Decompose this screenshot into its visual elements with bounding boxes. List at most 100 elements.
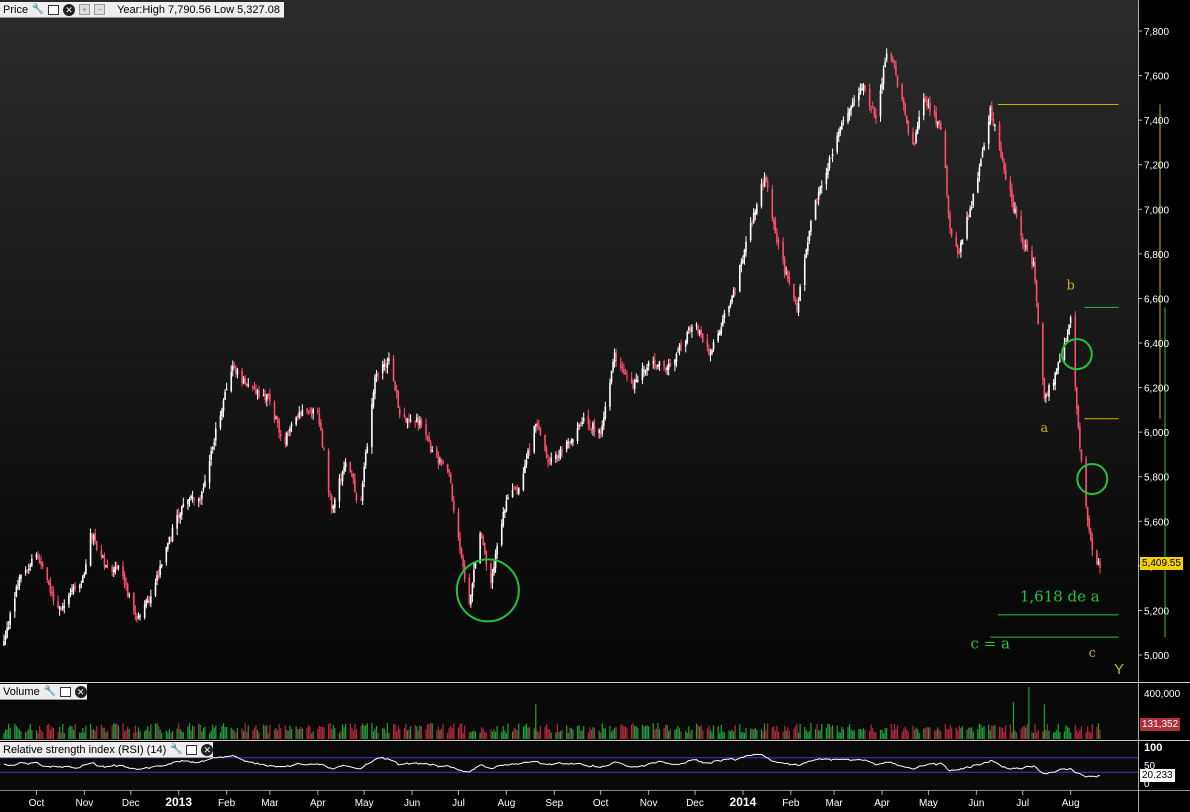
annotation-label: c = a xyxy=(971,634,1011,652)
volume-bar xyxy=(1079,729,1081,739)
window-icon[interactable] xyxy=(59,686,71,697)
candle-body xyxy=(841,122,843,130)
volume-bar xyxy=(873,732,875,739)
volume-bar xyxy=(784,725,786,739)
candle-body xyxy=(442,461,444,464)
volume-bar xyxy=(134,725,136,739)
candle-body xyxy=(728,306,730,313)
volume-bar xyxy=(386,722,388,739)
volume-bar xyxy=(940,731,942,739)
volume-bar xyxy=(3,733,5,739)
candle-body xyxy=(80,583,83,585)
candle-body xyxy=(24,570,27,573)
candle-body xyxy=(397,391,399,408)
candle-body xyxy=(1068,325,1070,335)
candle-body xyxy=(354,479,356,493)
volume-bar xyxy=(969,727,971,739)
volume-bar xyxy=(123,731,126,739)
volume-bar xyxy=(103,727,106,739)
volume-bar xyxy=(589,726,591,739)
x-tick-label: Jun xyxy=(968,798,984,809)
wrench-icon[interactable]: 🔧 xyxy=(170,744,182,756)
volume-bar xyxy=(807,732,809,739)
candle-body xyxy=(123,574,126,584)
volume-bar xyxy=(754,727,756,739)
wrench-icon[interactable]: 🔧 xyxy=(43,686,55,698)
candle-body xyxy=(341,471,344,482)
volume-bar xyxy=(1031,731,1033,739)
volume-bar xyxy=(403,728,405,739)
volume-bar xyxy=(137,727,140,739)
expand-icon[interactable]: + xyxy=(79,4,91,15)
candle-body xyxy=(808,230,811,241)
candle-body xyxy=(765,176,767,182)
volume-bar xyxy=(1046,724,1049,739)
y-tick-label: 7,000 xyxy=(1144,205,1169,216)
window-icon[interactable] xyxy=(186,744,198,755)
volume-bar xyxy=(479,732,481,739)
collapse-icon[interactable]: − xyxy=(94,4,106,15)
volume-bar xyxy=(729,731,732,739)
candle-body xyxy=(31,558,33,566)
volume-bar xyxy=(821,723,823,739)
volume-bar xyxy=(6,729,8,739)
candle-body xyxy=(688,327,690,330)
candle-body xyxy=(630,377,633,383)
candle-body xyxy=(312,409,314,414)
close-icon[interactable]: ✕ xyxy=(63,3,76,16)
candle-body xyxy=(890,54,893,59)
volume-bar xyxy=(406,730,409,739)
volume-bar xyxy=(762,731,764,739)
volume-bar xyxy=(482,728,484,739)
volume-bar xyxy=(1057,723,1059,739)
volume-bar xyxy=(255,725,257,739)
volume-bar xyxy=(842,729,844,739)
candle-body xyxy=(850,106,852,111)
candle-body xyxy=(332,505,335,509)
candle-body xyxy=(734,288,736,291)
volume-bar xyxy=(742,732,744,739)
candle-body xyxy=(128,594,131,596)
candle-body xyxy=(258,391,260,397)
volume-bar xyxy=(549,729,551,739)
volume-bar xyxy=(419,725,421,739)
volume-bar xyxy=(697,725,699,739)
candle-body xyxy=(669,362,672,367)
volume-bar xyxy=(286,730,288,739)
volume-bar xyxy=(957,730,959,739)
volume-bar xyxy=(734,725,736,739)
volume-bar xyxy=(490,729,492,739)
volume-bar xyxy=(1096,726,1098,739)
close-icon[interactable]: ✕ xyxy=(201,743,214,756)
rsi-panel-header: Relative strength index (RSI) (14) 🔧 ✕ xyxy=(0,742,214,758)
wrench-icon[interactable]: 🔧 xyxy=(32,4,44,16)
close-icon[interactable]: ✕ xyxy=(74,685,87,698)
candle-body xyxy=(893,60,896,65)
candle-body xyxy=(1032,261,1035,266)
volume-bar xyxy=(122,723,124,739)
volume-bar xyxy=(60,732,62,739)
volume-bar xyxy=(850,729,852,739)
volume-bar xyxy=(998,726,1001,739)
window-icon[interactable] xyxy=(48,4,60,15)
volume-bar xyxy=(63,732,65,739)
candle-body xyxy=(392,358,395,381)
candle-body xyxy=(739,264,741,292)
volume-bar xyxy=(961,726,964,739)
y-tick-label: 6,000 xyxy=(1144,428,1169,439)
volume-bar xyxy=(396,730,398,739)
candle-body xyxy=(14,598,16,612)
volume-bar xyxy=(828,724,831,739)
candle-body xyxy=(262,394,265,396)
volume-bar xyxy=(453,723,455,739)
candle-body xyxy=(1054,372,1056,385)
candle-body xyxy=(1034,262,1036,282)
volume-bar xyxy=(763,723,766,739)
volume-bar xyxy=(351,727,353,739)
candle-body xyxy=(453,501,455,512)
candle-body xyxy=(395,390,398,393)
volume-bar xyxy=(950,727,953,739)
volume-bar xyxy=(1003,731,1005,739)
candle-body xyxy=(244,378,246,385)
volume-bar xyxy=(349,723,351,739)
